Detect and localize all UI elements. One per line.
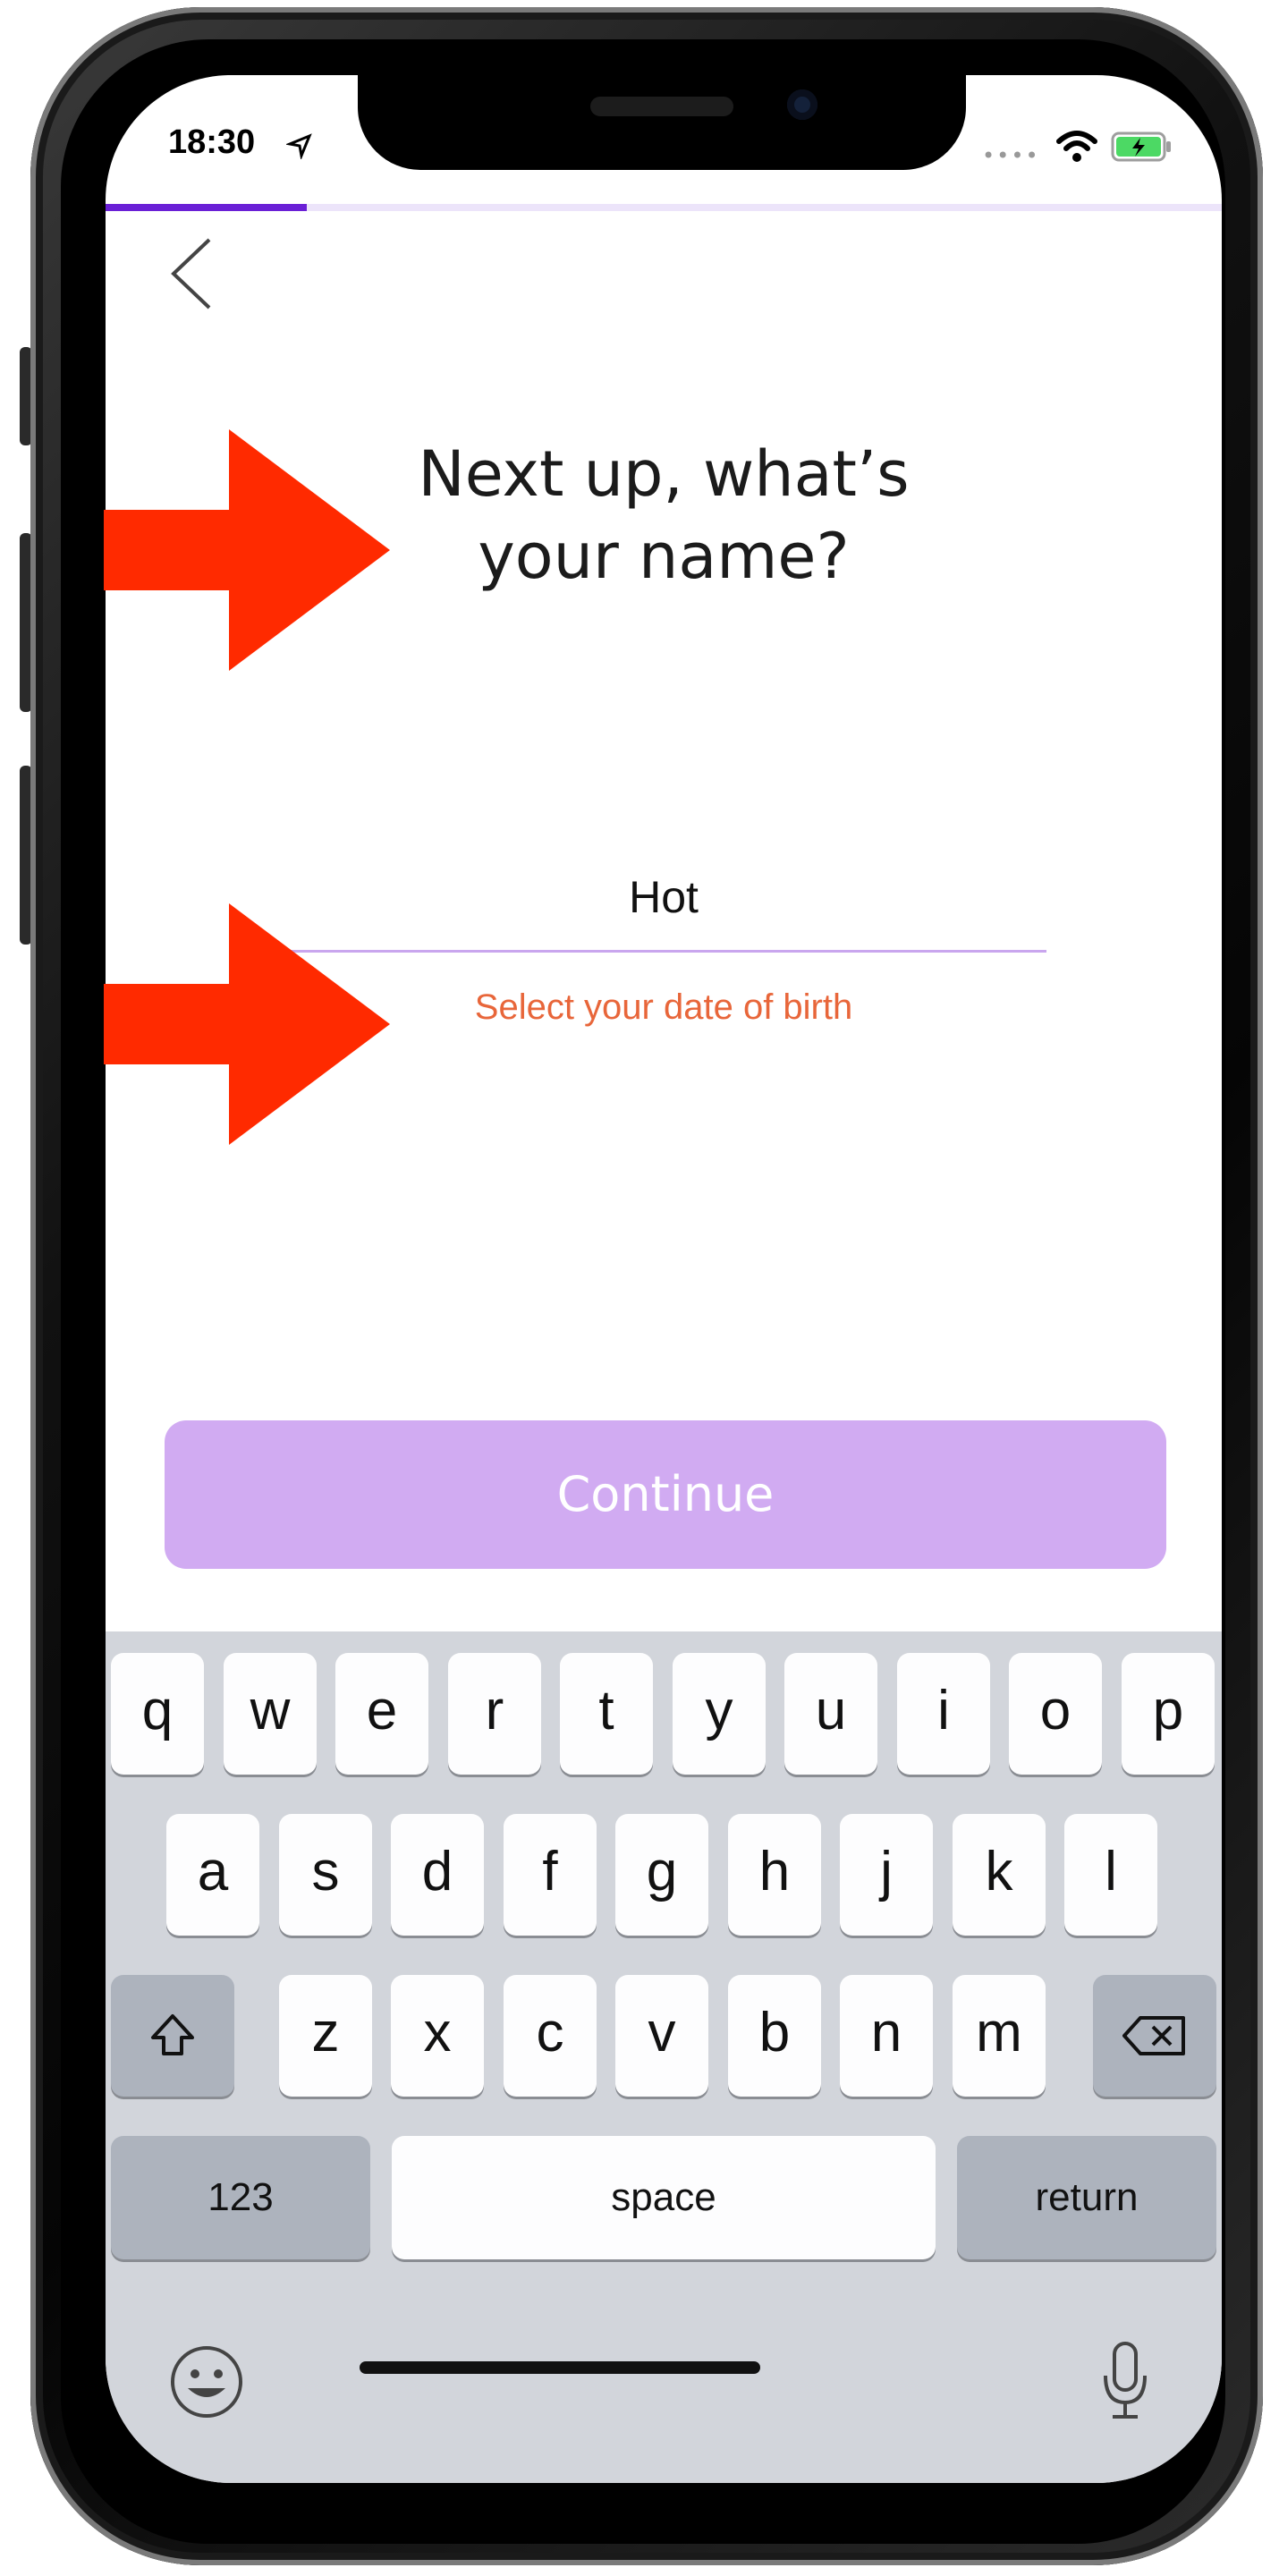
microphone-icon[interactable] xyxy=(1098,2336,1152,2426)
location-arrow-icon xyxy=(286,133,312,159)
key-u[interactable]: u xyxy=(784,1653,877,1775)
backspace-key[interactable] xyxy=(1093,1975,1216,2097)
key-l[interactable]: l xyxy=(1064,1814,1157,1936)
key-d[interactable]: d xyxy=(391,1814,484,1936)
battery-charging-icon xyxy=(1111,131,1171,162)
key-t[interactable]: t xyxy=(560,1653,653,1775)
numbers-key[interactable]: 123 xyxy=(111,2136,370,2259)
key-q[interactable]: q xyxy=(111,1653,204,1775)
back-chevron-icon[interactable] xyxy=(157,227,229,317)
key-k[interactable]: k xyxy=(953,1814,1046,1936)
key-v[interactable]: v xyxy=(615,1975,708,2097)
key-n[interactable]: n xyxy=(840,1975,933,2097)
key-p[interactable]: p xyxy=(1122,1653,1215,1775)
key-j[interactable]: j xyxy=(840,1814,933,1936)
key-e[interactable]: e xyxy=(335,1653,428,1775)
front-camera xyxy=(787,89,817,120)
key-g[interactable]: g xyxy=(615,1814,708,1936)
key-c[interactable]: c xyxy=(504,1975,597,2097)
shift-icon xyxy=(151,2014,194,2055)
key-f[interactable]: f xyxy=(504,1814,597,1936)
key-x[interactable]: x xyxy=(391,1975,484,2097)
key-m[interactable]: m xyxy=(953,1975,1046,2097)
key-b[interactable]: b xyxy=(728,1975,821,2097)
red-arrow-annotation xyxy=(104,903,390,1145)
return-key[interactable]: return xyxy=(957,2136,1216,2259)
progress-fill xyxy=(106,204,307,211)
key-r[interactable]: r xyxy=(448,1653,541,1775)
continue-button[interactable]: Continue xyxy=(165,1420,1166,1569)
name-input-underline xyxy=(284,950,1046,953)
home-indicator[interactable] xyxy=(360,2361,760,2374)
shift-key[interactable] xyxy=(111,1975,234,2097)
red-arrow-annotation xyxy=(104,429,390,671)
key-y[interactable]: y xyxy=(673,1653,766,1775)
wifi-icon xyxy=(1056,131,1097,162)
key-z[interactable]: z xyxy=(279,1975,372,2097)
key-w[interactable]: w xyxy=(224,1653,317,1775)
key-i[interactable]: i xyxy=(897,1653,990,1775)
onboarding-progress xyxy=(106,204,1222,211)
key-a[interactable]: a xyxy=(166,1814,259,1936)
earpiece-speaker xyxy=(590,97,733,116)
key-s[interactable]: s xyxy=(279,1814,372,1936)
emoji-icon[interactable] xyxy=(168,2343,245,2420)
key-o[interactable]: o xyxy=(1009,1653,1102,1775)
key-h[interactable]: h xyxy=(728,1814,821,1936)
signal-dots: •••• xyxy=(982,143,1040,168)
keyboard: q w e r t y u i o p a s d f g h j k l z … xyxy=(106,1631,1222,2483)
status-time: 18:30 xyxy=(168,123,256,161)
notch xyxy=(358,75,966,170)
backspace-icon xyxy=(1122,2016,1185,2055)
space-key[interactable]: space xyxy=(392,2136,936,2259)
